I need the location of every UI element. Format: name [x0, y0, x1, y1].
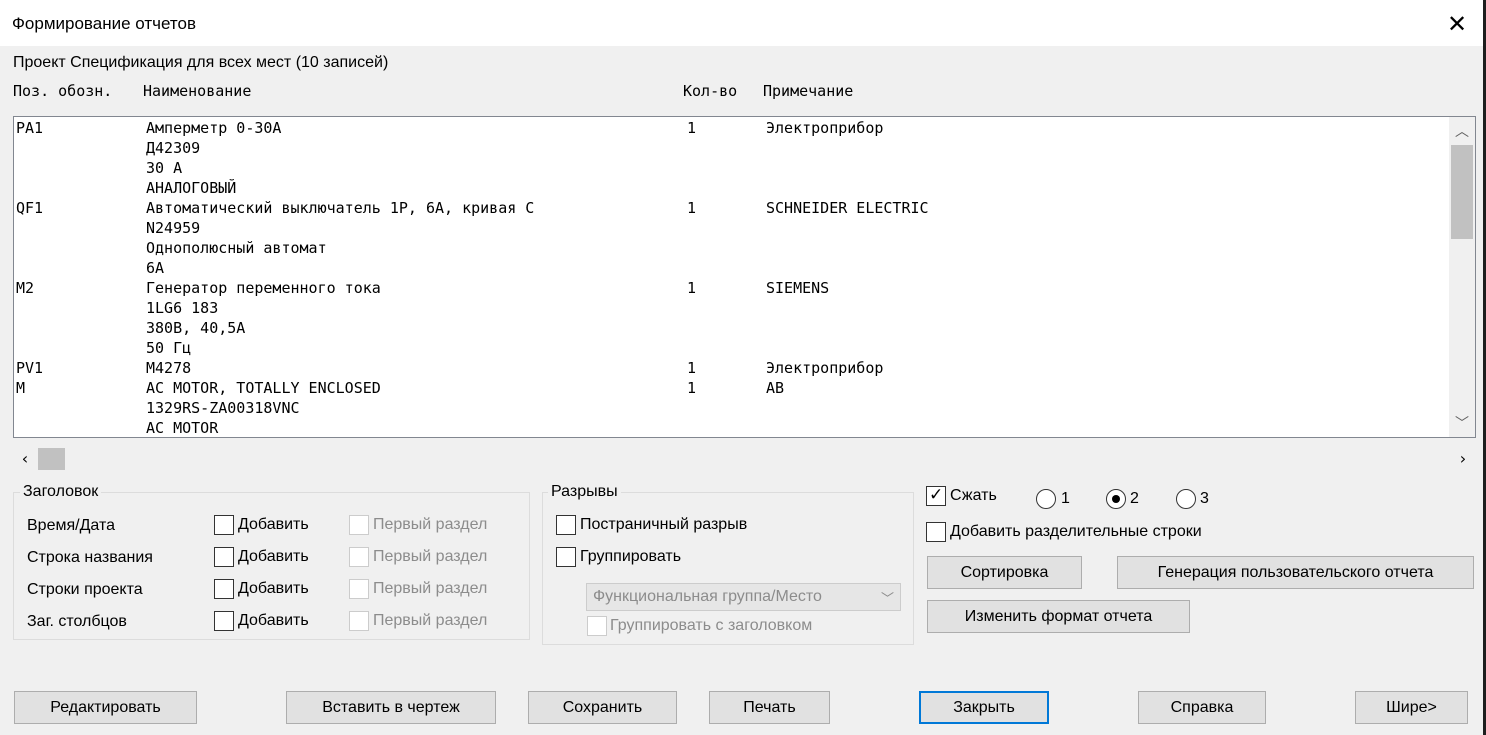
column-header-name: Наименование	[143, 82, 252, 100]
first-section-label: Первый раздел	[373, 548, 488, 565]
wider-button[interactable]: Шире>	[1355, 691, 1468, 724]
first-section-label: Первый раздел	[373, 612, 488, 629]
close-button[interactable]: Закрыть	[919, 691, 1049, 724]
first-section-checkbox	[349, 611, 369, 631]
radio-2-label: 2	[1130, 490, 1139, 507]
scroll-left-icon[interactable]: ‹	[15, 449, 35, 468]
print-button[interactable]: Печать	[709, 691, 830, 724]
title-bar: Формирование отчетов ✕	[0, 0, 1486, 46]
row-note: AB	[766, 379, 785, 397]
column-header-qty: Кол-во	[683, 82, 738, 100]
row-name-line: AC MOTOR, TOTALLY ENCLOSED	[146, 379, 381, 397]
window-title: Формирование отчетов	[12, 14, 196, 33]
compress-label: Сжать	[950, 487, 997, 504]
row-pos: PA1	[16, 119, 44, 137]
vertical-scrollbar[interactable]: ︿ ﹀	[1449, 117, 1475, 437]
report-list[interactable]: PA1 Амперметр 0-30А Д42309 30 А АНАЛОГОВ…	[13, 116, 1476, 438]
add-time-date-checkbox[interactable]	[214, 515, 234, 535]
row-name-line: Автоматический выключатель 1P, 6A, крива…	[146, 199, 535, 217]
first-section-checkbox	[349, 547, 369, 567]
group-by-select-value: Функциональная группа/Место	[593, 588, 822, 605]
header-row-label: Заг. столбцов	[27, 613, 127, 630]
save-button[interactable]: Сохранить	[528, 691, 677, 724]
add-title-line-checkbox[interactable]	[214, 547, 234, 567]
row-name-line: 50 Гц	[146, 339, 192, 357]
row-name-line: АНАЛОГОВЫЙ	[146, 179, 237, 197]
header-row-label: Строка названия	[27, 549, 153, 566]
column-header-pos: Поз. обозн.	[13, 82, 113, 100]
row-name-line: 30 А	[146, 159, 183, 177]
horizontal-scrollbar[interactable]: ‹ ›	[13, 446, 1476, 474]
row-name-line: Д42309	[146, 139, 201, 157]
column-header-note: Примечание	[763, 82, 854, 100]
vertical-scroll-thumb[interactable]	[1451, 145, 1473, 239]
add-separators-label: Добавить разделительные строки	[950, 523, 1202, 540]
radio-3-label: 3	[1200, 490, 1209, 507]
custom-report-button[interactable]: Генерация пользовательского отчета	[1117, 556, 1474, 589]
first-section-label: Первый раздел	[373, 580, 488, 597]
group-checkbox[interactable]	[556, 547, 576, 567]
row-qty: 1	[687, 199, 697, 217]
scroll-right-icon[interactable]: ›	[1453, 449, 1473, 468]
row-pos: QF1	[16, 199, 44, 217]
row-note: Электроприбор	[766, 119, 884, 137]
radio-1-label: 1	[1061, 490, 1070, 507]
first-section-checkbox	[349, 579, 369, 599]
add-label: Добавить	[238, 580, 309, 597]
row-qty: 1	[687, 379, 697, 397]
project-line: Проект Спецификация для всех мест (10 за…	[13, 54, 389, 71]
add-label: Добавить	[238, 612, 309, 629]
row-note: Электроприбор	[766, 359, 884, 377]
first-section-checkbox	[349, 515, 369, 535]
page-break-label: Постраничный разрыв	[580, 516, 748, 533]
edit-button[interactable]: Редактировать	[14, 691, 197, 724]
insert-into-drawing-button[interactable]: Вставить в чертеж	[286, 691, 496, 724]
group-by-select: Функциональная группа/Место ﹀	[586, 583, 901, 611]
compress-checkbox[interactable]	[926, 485, 946, 506]
change-format-button[interactable]: Изменить формат отчета	[927, 600, 1190, 633]
row-name-line: Амперметр 0-30А	[146, 119, 282, 137]
scroll-down-icon[interactable]: ﹀	[1449, 413, 1475, 433]
header-row-label: Время/Дата	[27, 517, 116, 534]
breaks-group-title: Разрывы	[548, 483, 621, 501]
horizontal-scroll-thumb[interactable]	[38, 448, 65, 470]
add-label: Добавить	[238, 516, 309, 533]
sort-button[interactable]: Сортировка	[927, 556, 1082, 589]
close-icon[interactable]: ✕	[1440, 8, 1474, 40]
compress-radio-1[interactable]	[1036, 489, 1056, 509]
group-with-header-checkbox	[587, 616, 607, 636]
add-separators-checkbox[interactable]	[926, 522, 946, 542]
row-name-line: 380В, 40,5А	[146, 319, 246, 337]
header-row-label: Строки проекта	[27, 581, 143, 598]
row-note: SCHNEIDER ELECTRIC	[766, 199, 929, 217]
row-qty: 1	[687, 359, 697, 377]
group-label: Группировать	[580, 548, 682, 565]
row-qty: 1	[687, 119, 697, 137]
row-name-line: Однополюсный автомат	[146, 239, 327, 257]
add-label: Добавить	[238, 548, 309, 565]
page-break-checkbox[interactable]	[556, 515, 576, 535]
add-project-lines-checkbox[interactable]	[214, 579, 234, 599]
row-qty: 1	[687, 279, 697, 297]
row-note: SIEMENS	[766, 279, 830, 297]
row-name-line: N24959	[146, 219, 201, 237]
help-button[interactable]: Справка	[1138, 691, 1266, 724]
compress-radio-2[interactable]	[1106, 489, 1126, 509]
chevron-down-icon: ﹀	[880, 592, 894, 607]
row-pos: PV1	[16, 359, 44, 377]
compress-radio-3[interactable]	[1176, 489, 1196, 509]
row-name-line: 1LG6 183	[146, 299, 219, 317]
row-name-line: 6А	[146, 259, 165, 277]
row-name-line: М4278	[146, 359, 192, 377]
add-column-headers-checkbox[interactable]	[214, 611, 234, 631]
header-group-title: Заголовок	[20, 483, 102, 501]
row-name-line: 1329RS-ZA00318VNC	[146, 399, 300, 417]
row-name-line: AC MOTOR	[146, 419, 219, 437]
group-with-header-label: Группировать с заголовком	[610, 617, 813, 634]
row-name-line: Генератор переменного тока	[146, 279, 381, 297]
scroll-up-icon[interactable]: ︿	[1449, 121, 1475, 141]
first-section-label: Первый раздел	[373, 516, 488, 533]
row-pos: M	[16, 379, 26, 397]
row-pos: M2	[16, 279, 35, 297]
